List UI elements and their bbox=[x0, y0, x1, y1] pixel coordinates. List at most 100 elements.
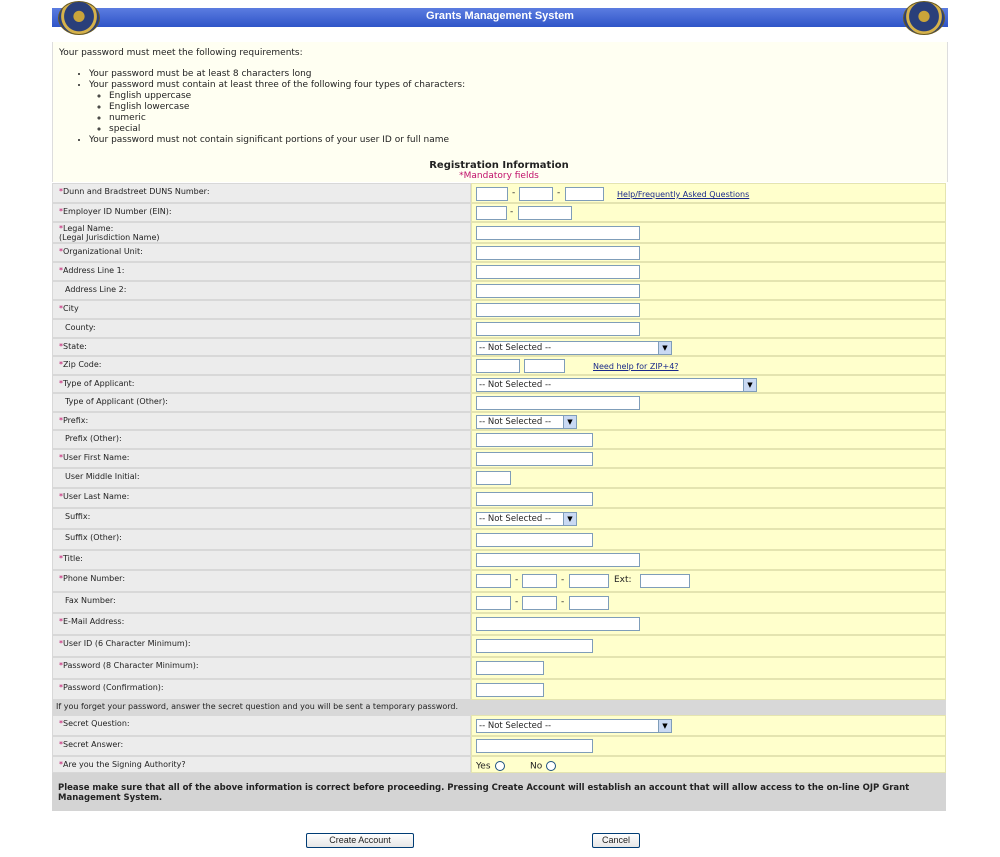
row-ein: *Employer ID Number (EIN): - bbox=[52, 203, 946, 222]
character-type: numeric bbox=[109, 113, 465, 124]
suffix-label: Suffix: bbox=[65, 512, 91, 521]
type-applicant-other-input[interactable] bbox=[476, 396, 640, 410]
title-input[interactable] bbox=[476, 553, 640, 567]
suffix-select[interactable]: -- Not Selected -- ▼ bbox=[476, 512, 577, 526]
type-applicant-other-label: Type of Applicant (Other): bbox=[65, 397, 168, 406]
suffix-other-input[interactable] bbox=[476, 533, 593, 547]
last-name-input[interactable] bbox=[476, 492, 593, 506]
ein-part1-input[interactable] bbox=[476, 206, 507, 220]
row-secret-question: *Secret Question: -- Not Selected -- ▼ bbox=[52, 715, 946, 736]
row-suffix: Suffix: -- Not Selected -- ▼ bbox=[52, 508, 946, 529]
row-duns: *Dunn and Bradstreet DUNS Number: - - He… bbox=[52, 183, 946, 203]
no-radio[interactable] bbox=[546, 761, 557, 771]
userid-input[interactable] bbox=[476, 639, 593, 653]
state-select[interactable]: -- Not Selected -- ▼ bbox=[476, 341, 672, 355]
chevron-down-icon: ▼ bbox=[743, 379, 756, 391]
legal-name-input[interactable] bbox=[476, 226, 640, 240]
row-first-name: *User First Name: bbox=[52, 449, 946, 468]
ein-part2-input[interactable] bbox=[518, 206, 572, 220]
yes-option[interactable]: Yes bbox=[476, 761, 505, 772]
faq-link[interactable]: Help/Frequently Asked Questions bbox=[617, 190, 749, 199]
dash: - bbox=[515, 575, 519, 585]
password-input[interactable] bbox=[476, 661, 544, 675]
chevron-down-icon: ▼ bbox=[563, 513, 576, 525]
row-phone: *Phone Number: - - Ext: bbox=[52, 570, 946, 592]
secret-question-select[interactable]: -- Not Selected -- ▼ bbox=[476, 719, 672, 733]
legal-name-sublabel: (Legal Jurisdiction Name) bbox=[59, 233, 160, 242]
first-name-label: User First Name: bbox=[63, 453, 130, 462]
character-type: special bbox=[109, 124, 465, 135]
phone-line-input[interactable] bbox=[569, 574, 609, 588]
address2-input[interactable] bbox=[476, 284, 640, 298]
legal-name-label: Legal Name: bbox=[63, 224, 114, 233]
dash: - bbox=[561, 597, 565, 607]
zip4-input[interactable] bbox=[524, 359, 565, 373]
org-unit-label: Organizational Unit: bbox=[63, 247, 143, 256]
fax-prefix-input[interactable] bbox=[522, 596, 557, 610]
row-userid: *User ID (6 Character Minimum): bbox=[52, 635, 946, 657]
phone-prefix-input[interactable] bbox=[522, 574, 557, 588]
dash: - bbox=[557, 188, 561, 198]
no-option[interactable]: No bbox=[530, 761, 557, 772]
zip-input[interactable] bbox=[476, 359, 520, 373]
mandatory-note: *Mandatory fields bbox=[459, 171, 539, 181]
row-secret-answer: *Secret Answer: bbox=[52, 736, 946, 756]
doj-seal-icon bbox=[903, 1, 945, 35]
county-label: County: bbox=[65, 323, 96, 332]
prefix-select[interactable]: -- Not Selected -- ▼ bbox=[476, 415, 577, 429]
forgot-password-notice: If you forget your password, answer the … bbox=[52, 700, 946, 715]
middle-initial-label: User Middle Initial: bbox=[65, 472, 140, 481]
title-bar: Grants Management System bbox=[52, 8, 948, 27]
dash: - bbox=[510, 207, 514, 217]
row-middle-initial: User Middle Initial: bbox=[52, 468, 946, 488]
duns-label: Dunn and Bradstreet DUNS Number: bbox=[63, 187, 210, 196]
chevron-down-icon: ▼ bbox=[658, 342, 671, 354]
duns-part3-input[interactable] bbox=[565, 187, 604, 201]
last-name-label: User Last Name: bbox=[63, 492, 130, 501]
prefix-other-input[interactable] bbox=[476, 433, 593, 447]
row-signing-authority: *Are you the Signing Authority? Yes No bbox=[52, 756, 946, 773]
row-org-unit: *Organizational Unit: bbox=[52, 243, 946, 262]
character-type: English lowercase bbox=[109, 102, 465, 113]
character-types-list: English uppercase English lowercase nume… bbox=[99, 91, 465, 135]
address1-label: Address Line 1: bbox=[63, 266, 125, 275]
row-suffix-other: Suffix (Other): bbox=[52, 529, 946, 550]
row-last-name: *User Last Name: bbox=[52, 488, 946, 508]
password-confirm-input[interactable] bbox=[476, 683, 544, 697]
type-applicant-select[interactable]: -- Not Selected -- ▼ bbox=[476, 378, 757, 392]
duns-part2-input[interactable] bbox=[519, 187, 553, 201]
fax-line-input[interactable] bbox=[569, 596, 609, 610]
org-unit-input[interactable] bbox=[476, 246, 640, 260]
zip-label: Zip Code: bbox=[63, 360, 102, 369]
phone-area-input[interactable] bbox=[476, 574, 511, 588]
password-label: Password (8 Character Minimum): bbox=[63, 661, 199, 670]
type-applicant-label: Type of Applicant: bbox=[63, 379, 135, 388]
secret-answer-input[interactable] bbox=[476, 739, 593, 753]
zip-help-link[interactable]: Need help for ZIP+4? bbox=[593, 362, 679, 371]
middle-initial-input[interactable] bbox=[476, 471, 511, 485]
chevron-down-icon: ▼ bbox=[563, 416, 576, 428]
duns-part1-input[interactable] bbox=[476, 187, 508, 201]
address1-input[interactable] bbox=[476, 265, 640, 279]
yes-radio[interactable] bbox=[494, 761, 505, 771]
first-name-input[interactable] bbox=[476, 452, 593, 466]
create-account-button[interactable]: Create Account bbox=[306, 833, 414, 848]
secret-answer-label: Secret Answer: bbox=[63, 740, 124, 749]
row-fax: Fax Number: - - bbox=[52, 592, 946, 613]
email-input[interactable] bbox=[476, 617, 640, 631]
state-label: State: bbox=[63, 342, 87, 351]
cancel-button[interactable]: Cancel bbox=[592, 833, 640, 848]
requirement-item: Your password must contain at least thre… bbox=[89, 80, 465, 135]
ein-label: Employer ID Number (EIN): bbox=[63, 207, 172, 216]
row-password-confirm: *Password (Confirmation): bbox=[52, 679, 946, 700]
fax-area-input[interactable] bbox=[476, 596, 511, 610]
requirement-item: Your password must be at least 8 charact… bbox=[89, 69, 465, 80]
phone-ext-input[interactable] bbox=[640, 574, 690, 588]
county-input[interactable] bbox=[476, 322, 640, 336]
row-address1: *Address Line 1: bbox=[52, 262, 946, 281]
city-input[interactable] bbox=[476, 303, 640, 317]
row-prefix-other: Prefix (Other): bbox=[52, 430, 946, 449]
row-prefix: *Prefix: -- Not Selected -- ▼ bbox=[52, 412, 946, 430]
registration-title: Registration Information bbox=[429, 160, 569, 171]
email-label: E-Mail Address: bbox=[63, 617, 125, 626]
